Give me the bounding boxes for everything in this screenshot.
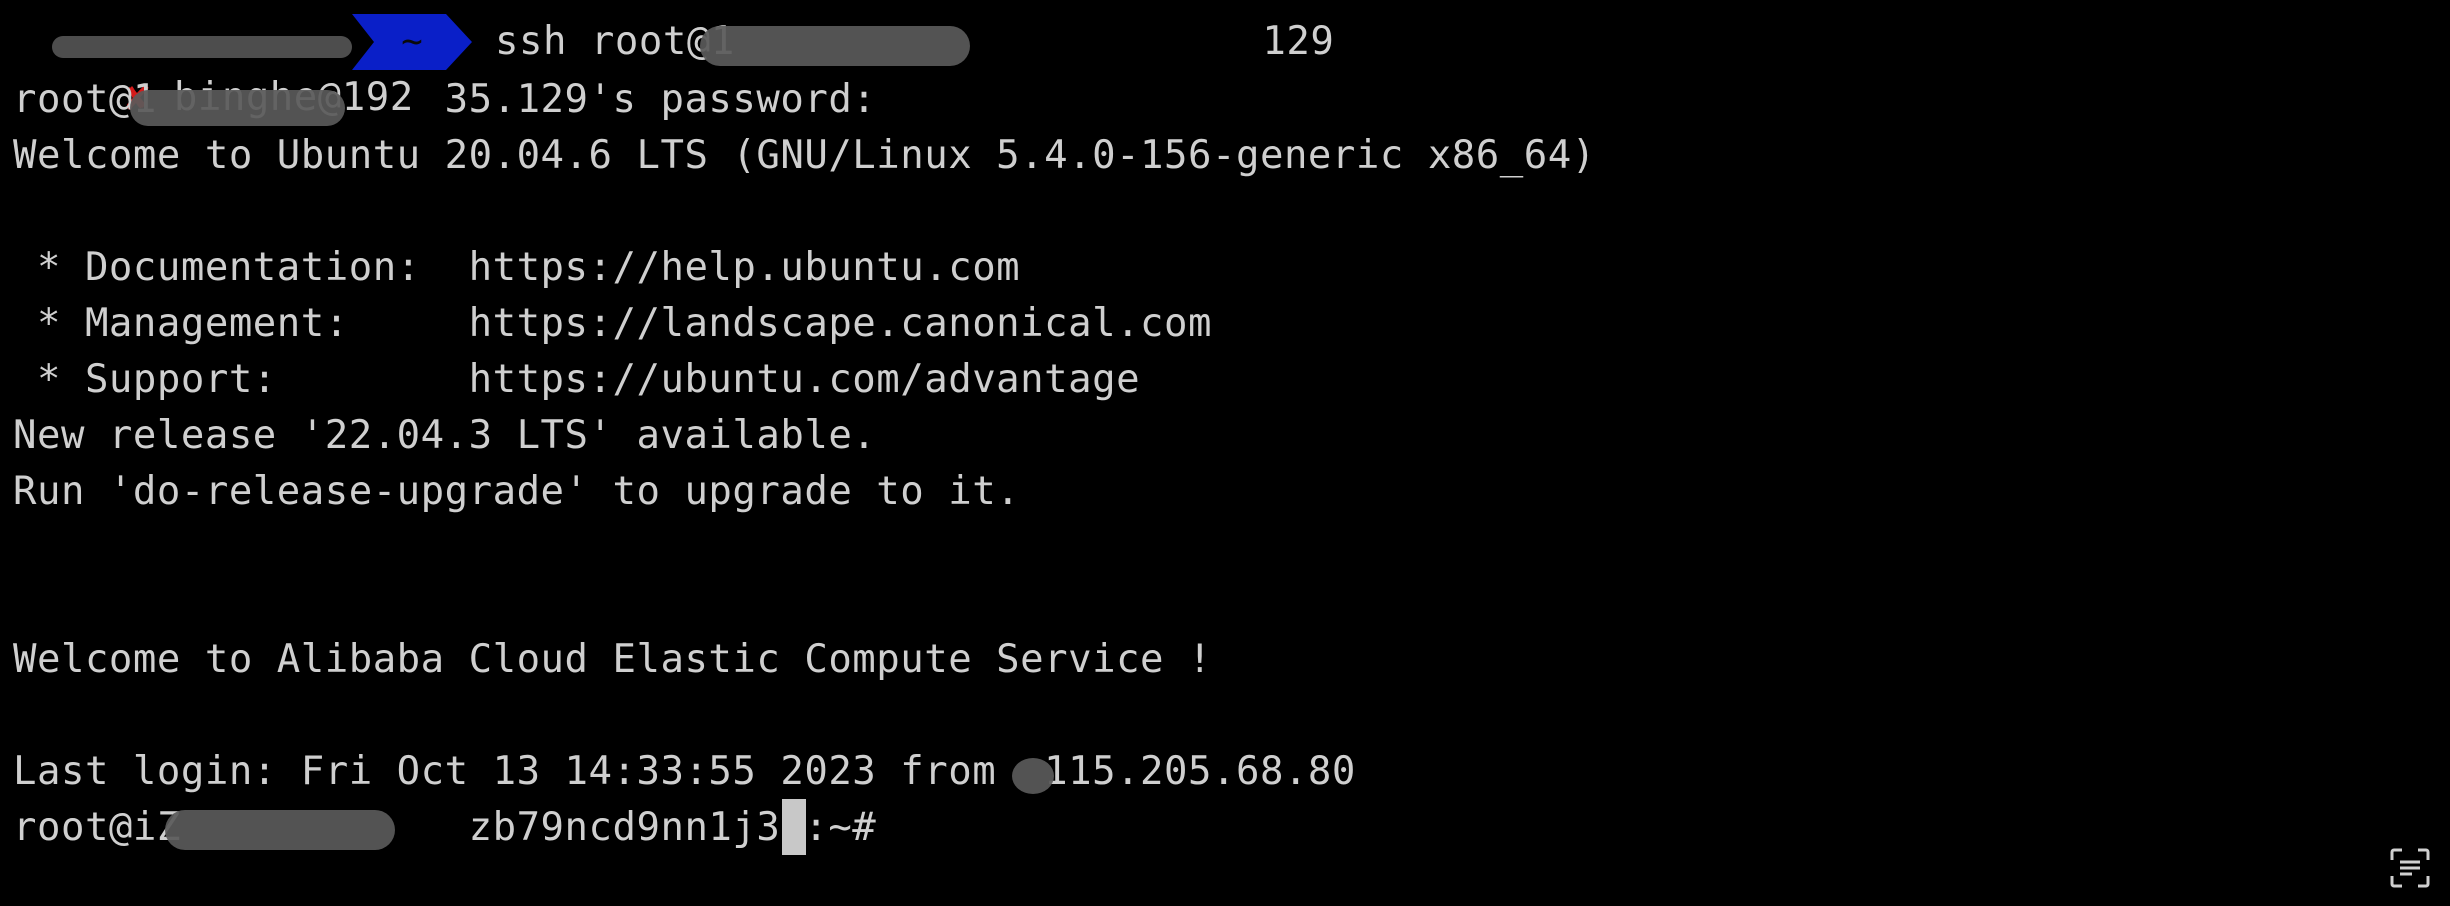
welcome-alibaba-line: Welcome to Alibaba Cloud Elastic Compute… — [13, 637, 1212, 682]
scan-text-icon[interactable] — [2388, 846, 2432, 890]
welcome-ubuntu-line: Welcome to Ubuntu 20.04.6 LTS (GNU/Linux… — [13, 133, 1596, 178]
prompt-dir-segment: ~ — [352, 14, 472, 70]
root-prompt-line: root@iZ zb79ncd9nn1j3Z:~# — [13, 805, 877, 850]
redaction-mark — [165, 810, 395, 850]
last-login-line: Last login: Fri Oct 13 14:33:55 2023 fro… — [13, 749, 1356, 794]
support-line: * Support: https://ubuntu.com/advantage — [13, 357, 1141, 402]
new-release-line: New release '22.04.3 LTS' available. — [13, 413, 877, 458]
redaction-mark — [52, 36, 352, 58]
terminal-window[interactable]: ✘ binghe@192 ~ ssh root@1 129 root@1 35.… — [0, 0, 2450, 906]
text-cursor — [782, 799, 806, 855]
redaction-mark — [1012, 758, 1054, 794]
upgrade-hint-line: Run 'do-release-upgrade' to upgrade to i… — [13, 469, 1021, 514]
management-line: * Management: https://landscape.canonica… — [13, 301, 1212, 346]
prompt-dir-label: ~ — [401, 21, 423, 62]
redaction-mark — [700, 26, 970, 66]
redaction-mark — [130, 90, 345, 126]
documentation-line: * Documentation: https://help.ubuntu.com — [13, 245, 1021, 290]
